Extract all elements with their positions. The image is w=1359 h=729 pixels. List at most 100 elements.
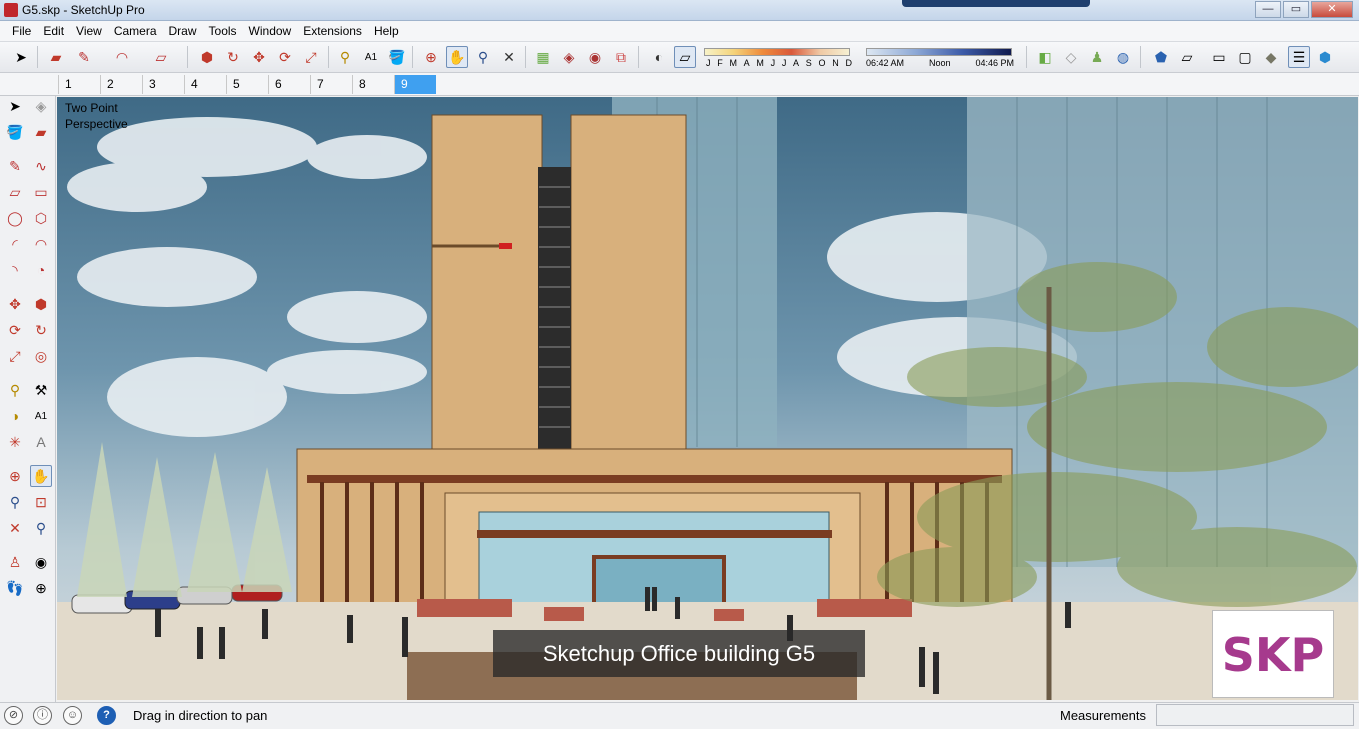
rotate-icon[interactable]: ⟳ [274,46,296,68]
section-fill-icon[interactable]: ◇ [1060,46,1082,68]
push-pull-icon[interactable]: ⬢ [196,46,218,68]
zoom-window-icon[interactable]: ⊡ [30,491,52,513]
polygon-icon[interactable]: ⬡ [30,207,52,229]
menu-file[interactable]: File [6,24,37,38]
follow-me-icon[interactable]: ↻ [222,46,244,68]
component-icon[interactable]: ◈ [30,95,52,117]
extension-warehouse-icon[interactable]: ◈ [558,46,580,68]
help-icon[interactable]: ? [97,706,116,725]
shadows-toggle-icon[interactable]: ◐ [648,46,670,68]
user-icon[interactable]: ☺ [63,706,82,725]
menu-extensions[interactable]: Extensions [297,24,368,38]
month-slider[interactable] [704,48,850,56]
walk-icon[interactable]: ♟ [1086,46,1108,68]
paint-bucket-icon[interactable]: 🪣 [4,121,26,143]
zoom-extents-icon[interactable]: ✕ [4,517,26,539]
xray-icon[interactable]: ⬢ [1314,46,1336,68]
zoom-icon[interactable]: ⚲ [4,491,26,513]
pan-icon[interactable]: ✋ [30,465,52,487]
menu-window[interactable]: Window [243,24,298,38]
scene-tab-7[interactable]: 7 [310,75,352,94]
menu-view[interactable]: View [70,24,108,38]
back-view-icon[interactable]: ◆ [1260,46,1282,68]
select-icon[interactable]: ➤ [4,95,26,117]
arc-icon[interactable]: ◠ [111,46,133,68]
menu-draw[interactable]: Draw [163,24,203,38]
rotate-icon[interactable]: ⟳ [4,319,26,341]
orbit-icon[interactable]: ⊕ [420,46,442,68]
scene-tab-6[interactable]: 6 [268,75,310,94]
paint-bucket-icon[interactable]: 🪣 [386,46,408,68]
rectangle-icon[interactable]: ▱ [150,46,172,68]
zoom-extents-icon[interactable]: ✕ [498,46,520,68]
time-slider[interactable] [866,48,1012,56]
look-around-icon[interactable]: ◉ [30,551,52,573]
axes-icon[interactable]: ✳ [4,431,26,453]
pencil-icon[interactable]: ✎ [4,155,26,177]
three-point-arc-icon[interactable]: ◝ [4,259,26,281]
scene-tab-4[interactable]: 4 [184,75,226,94]
scene-tab-2[interactable]: 2 [100,75,142,94]
two-point-arc-icon[interactable]: ◠ [30,233,52,255]
3d-text-icon[interactable]: A [30,431,52,453]
front-view-icon[interactable]: ▭ [1208,46,1230,68]
rectangle-icon[interactable]: ▱ [4,181,26,203]
scene-tab-1[interactable]: 1 [58,75,100,94]
pencil-icon[interactable]: ✎ [73,46,95,68]
text-icon[interactable]: A1 [30,405,52,427]
scene-tab-9[interactable]: 9 [394,75,436,94]
protractor-icon[interactable]: ◑ [4,405,26,427]
tape-measure-icon[interactable]: ⚲ [4,379,26,401]
section-plane-icon[interactable]: ⊕ [30,577,52,599]
menu-help[interactable]: Help [368,24,405,38]
warehouse-icon[interactable]: ▦ [532,46,554,68]
geo-location-icon[interactable]: ⊘ [4,706,23,725]
position-camera-icon[interactable]: ♙ [4,551,26,573]
arc-icon[interactable]: ◜ [4,233,26,255]
rotated-rectangle-icon[interactable]: ▭ [30,181,52,203]
scale-icon[interactable]: ⤢ [4,345,26,367]
minimize-button[interactable]: — [1255,1,1281,18]
tape-measure-icon[interactable]: ⚲ [334,46,356,68]
month-label: S [805,58,812,68]
move-icon[interactable]: ✥ [248,46,270,68]
close-button[interactable]: ✕ [1311,1,1353,18]
layout-icon[interactable]: ◉ [584,46,606,68]
orbit-icon[interactable]: ⊕ [4,465,26,487]
freehand-icon[interactable]: ∿ [30,155,52,177]
select-icon[interactable]: ➤ [10,46,32,68]
menu-edit[interactable]: Edit [37,24,70,38]
push-pull-icon[interactable]: ⬢ [30,293,52,315]
scene-tab-3[interactable]: 3 [142,75,184,94]
dimension-icon[interactable]: ⚒ [30,379,52,401]
model-viewport[interactable]: Two Point Perspective Sketchup Office bu… [57,97,1358,700]
follow-me-icon[interactable]: ↻ [30,319,52,341]
pie-icon[interactable]: ◔ [30,259,52,281]
eraser-icon[interactable]: ▰ [30,121,52,143]
move-icon[interactable]: ✥ [4,293,26,315]
measurements-input[interactable] [1156,704,1354,726]
scene-tab-8[interactable]: 8 [352,75,394,94]
menu-camera[interactable]: Camera [108,24,163,38]
scale-icon[interactable]: ⤢ [300,46,322,68]
right-view-icon[interactable]: ▢ [1234,46,1256,68]
shadow-settings-icon[interactable]: ▱ [674,46,696,68]
credits-icon[interactable]: ⓘ [33,706,52,725]
menu-tools[interactable]: Tools [203,24,243,38]
pan-icon[interactable]: ✋ [446,46,468,68]
offset-icon[interactable]: ◎ [30,345,52,367]
text-icon[interactable]: A1 [360,46,382,68]
maximize-button[interactable]: ▭ [1283,1,1309,18]
position-camera-icon[interactable]: ◍ [1112,46,1134,68]
zoom-icon[interactable]: ⚲ [472,46,494,68]
section-plane-icon[interactable]: ◧ [1034,46,1056,68]
hidden-line-icon[interactable]: ☰ [1288,46,1310,68]
send-to-layout-icon[interactable]: ⧉ [610,46,632,68]
previous-view-icon[interactable]: ⚲ [30,517,52,539]
eraser-icon[interactable]: ▰ [45,46,67,68]
walk-icon[interactable]: 👣 [4,577,26,599]
scene-tab-5[interactable]: 5 [226,75,268,94]
iso-view-icon[interactable]: ⬟ [1150,46,1172,68]
circle-icon[interactable]: ◯ [4,207,26,229]
top-view-icon[interactable]: ▱ [1176,46,1198,68]
